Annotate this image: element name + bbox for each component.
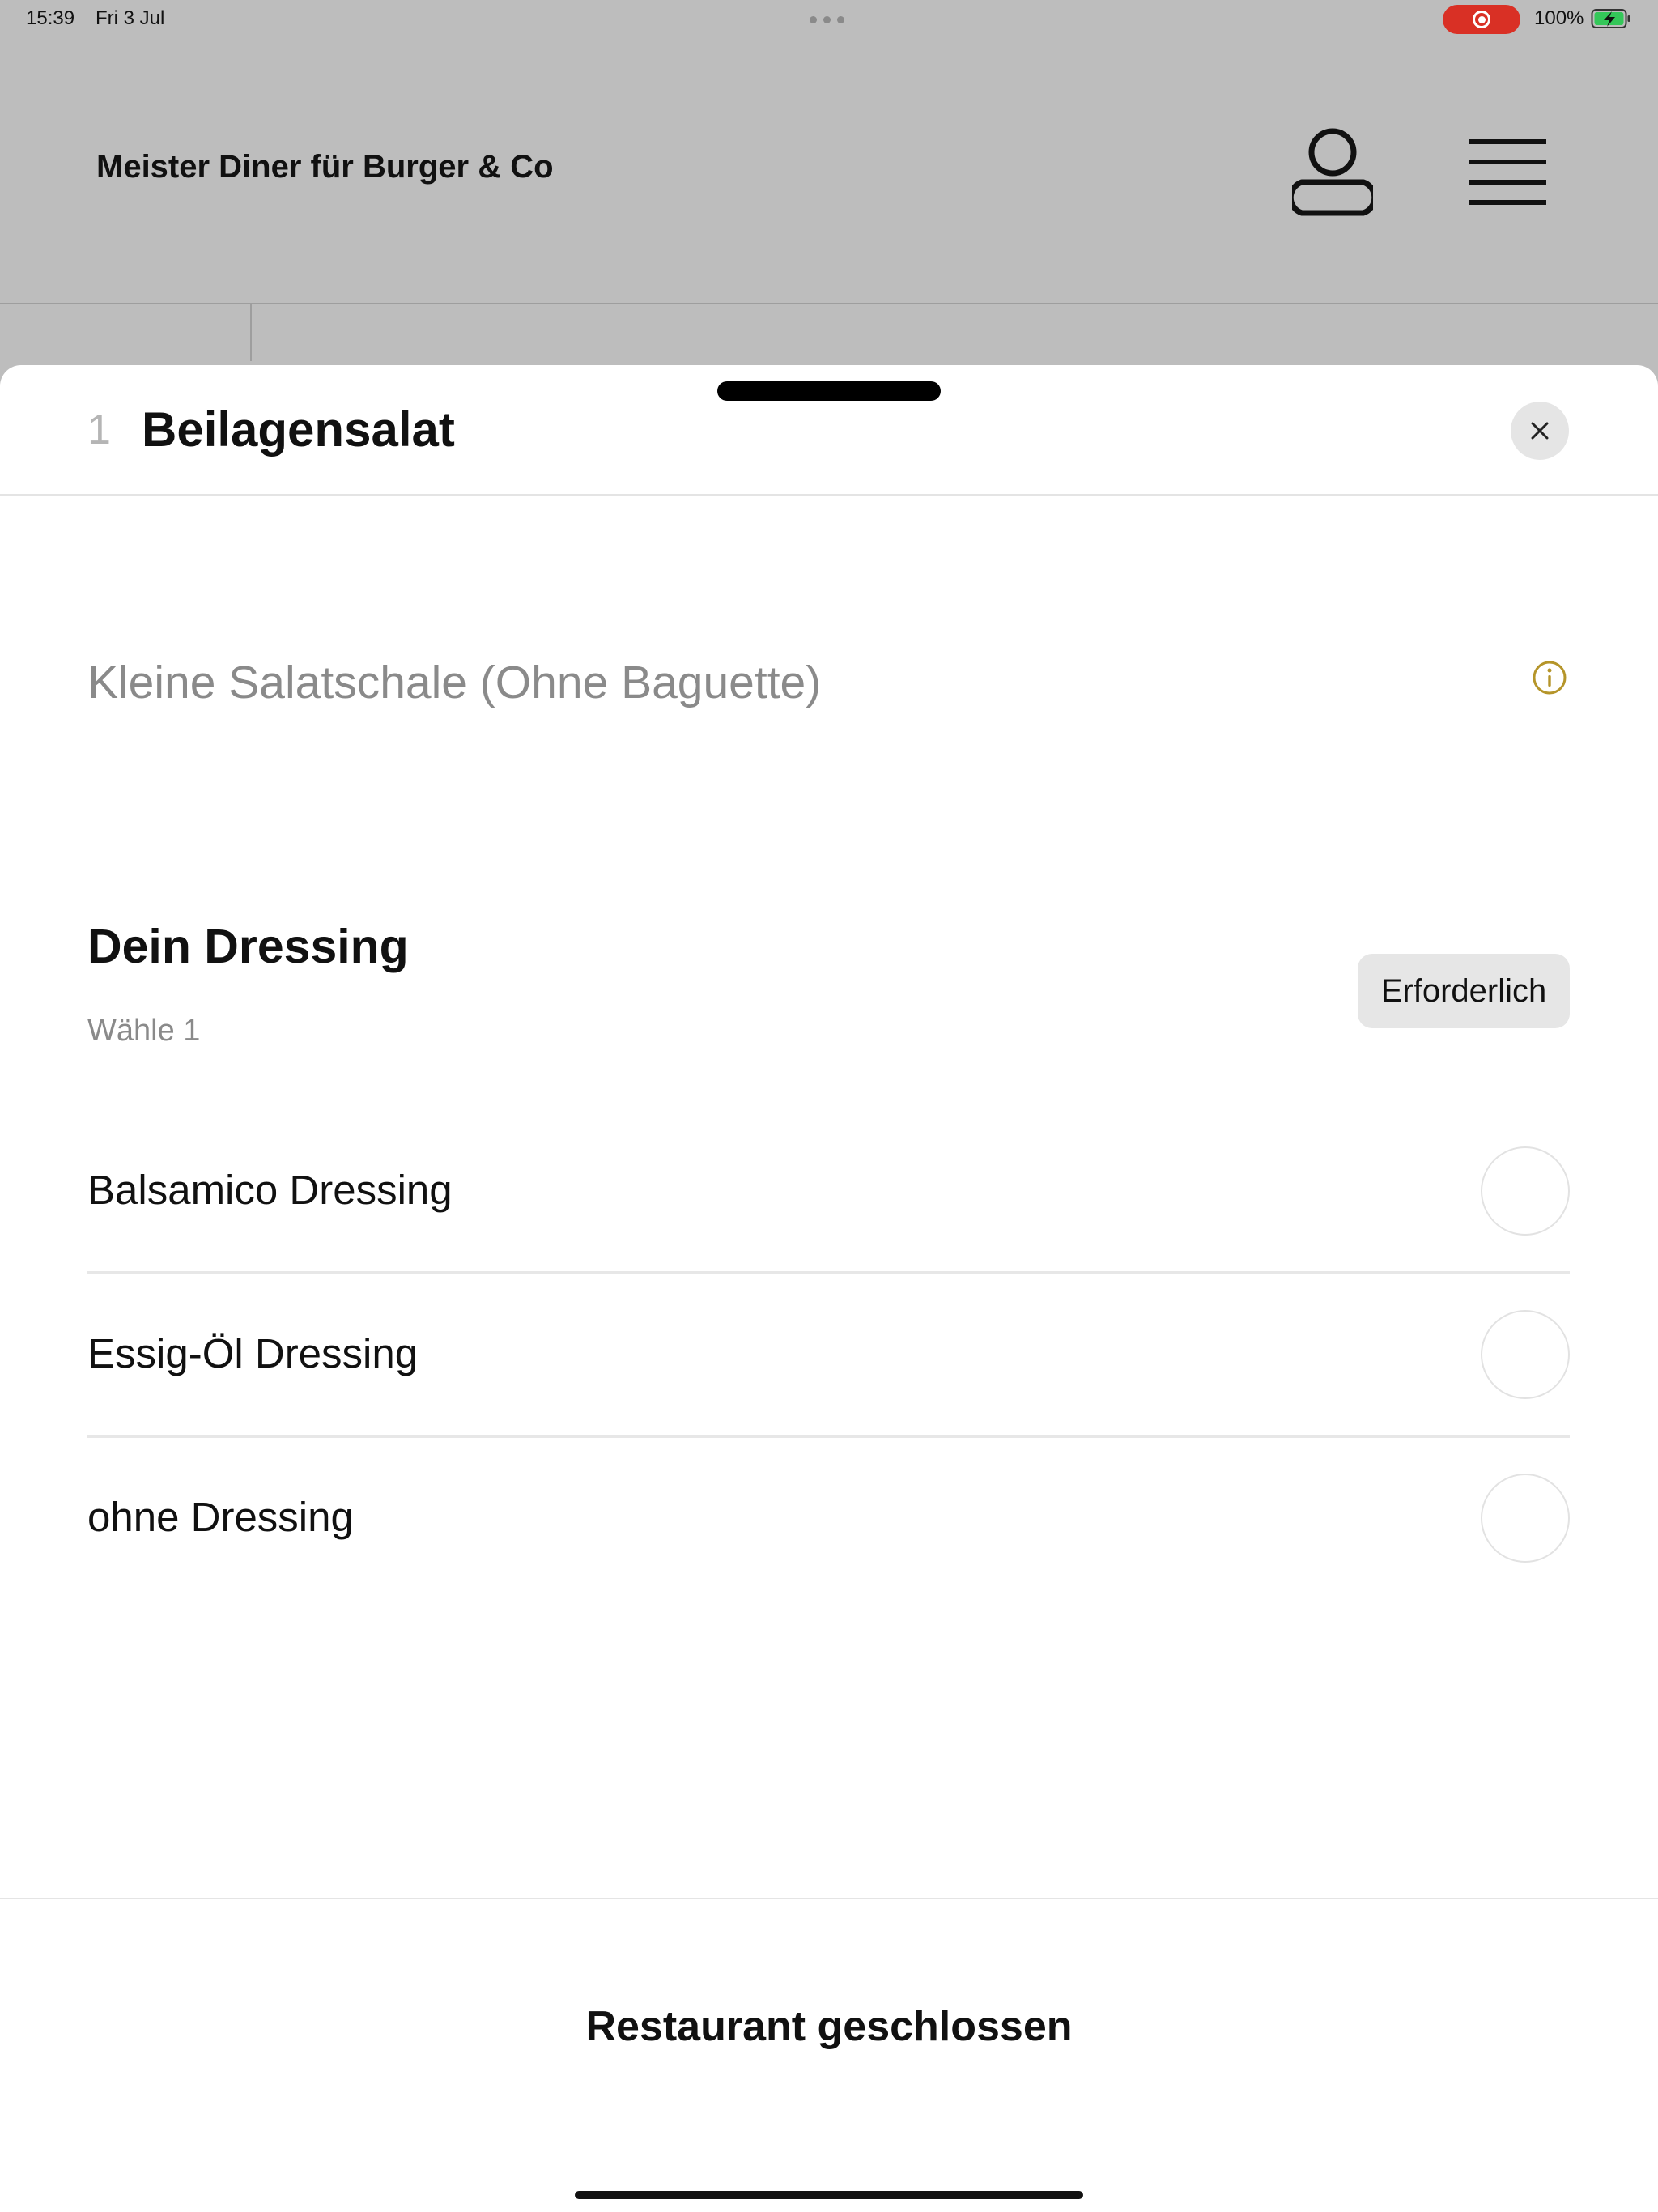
multitasking-dots-icon[interactable] xyxy=(810,16,844,23)
option-row[interactable]: ohne Dressing xyxy=(87,1436,1570,1598)
menu-icon[interactable] xyxy=(1465,136,1550,207)
screen: 15:39 Fri 3 Jul 100% Meister Diner für B… xyxy=(0,0,1658,2212)
restaurant-name: Meister Diner für Burger & Co xyxy=(96,149,554,185)
status-time: 15:39 xyxy=(26,7,75,29)
option-label: Essig-Öl Dressing xyxy=(87,1330,419,1376)
item-title: Beilagensalat xyxy=(142,402,455,457)
option-radio[interactable] xyxy=(1481,1146,1570,1236)
battery-percentage: 100% xyxy=(1534,7,1584,29)
header-divider xyxy=(0,303,1658,304)
info-icon[interactable] xyxy=(1532,660,1567,696)
footer-divider xyxy=(0,1898,1658,1899)
option-row[interactable]: Essig-Öl Dressing xyxy=(87,1273,1570,1435)
screen-recording-icon[interactable] xyxy=(1443,5,1520,34)
option-radio[interactable] xyxy=(1481,1310,1570,1399)
option-label: ohne Dressing xyxy=(87,1494,354,1540)
battery-charging-icon xyxy=(1591,9,1630,28)
profile-icon[interactable] xyxy=(1292,125,1373,219)
home-indicator[interactable] xyxy=(575,2191,1083,2199)
item-sheet: 1 Beilagensalat Kleine Salatschale (Ohne… xyxy=(0,365,1658,2212)
sheet-divider xyxy=(0,494,1658,496)
option-row[interactable]: Balsamico Dressing xyxy=(87,1109,1570,1271)
required-badge: Erforderlich xyxy=(1358,954,1570,1028)
header-vertical-divider xyxy=(250,304,252,361)
close-button[interactable] xyxy=(1511,402,1569,460)
item-description: Kleine Salatschale (Ohne Baguette) xyxy=(87,657,822,708)
option-label: Balsamico Dressing xyxy=(87,1167,453,1213)
item-quantity: 1 xyxy=(87,406,111,453)
option-group-title: Dein Dressing xyxy=(87,920,409,973)
option-radio[interactable] xyxy=(1481,1474,1570,1563)
status-date: Fri 3 Jul xyxy=(96,7,165,29)
status-bar: 15:39 Fri 3 Jul 100% xyxy=(0,0,1658,39)
restaurant-status: Restaurant geschlossen xyxy=(585,2003,1073,2050)
sheet-grabber[interactable] xyxy=(717,381,941,401)
close-icon xyxy=(1531,422,1549,440)
option-group-subtitle: Wähle 1 xyxy=(87,1014,201,1048)
